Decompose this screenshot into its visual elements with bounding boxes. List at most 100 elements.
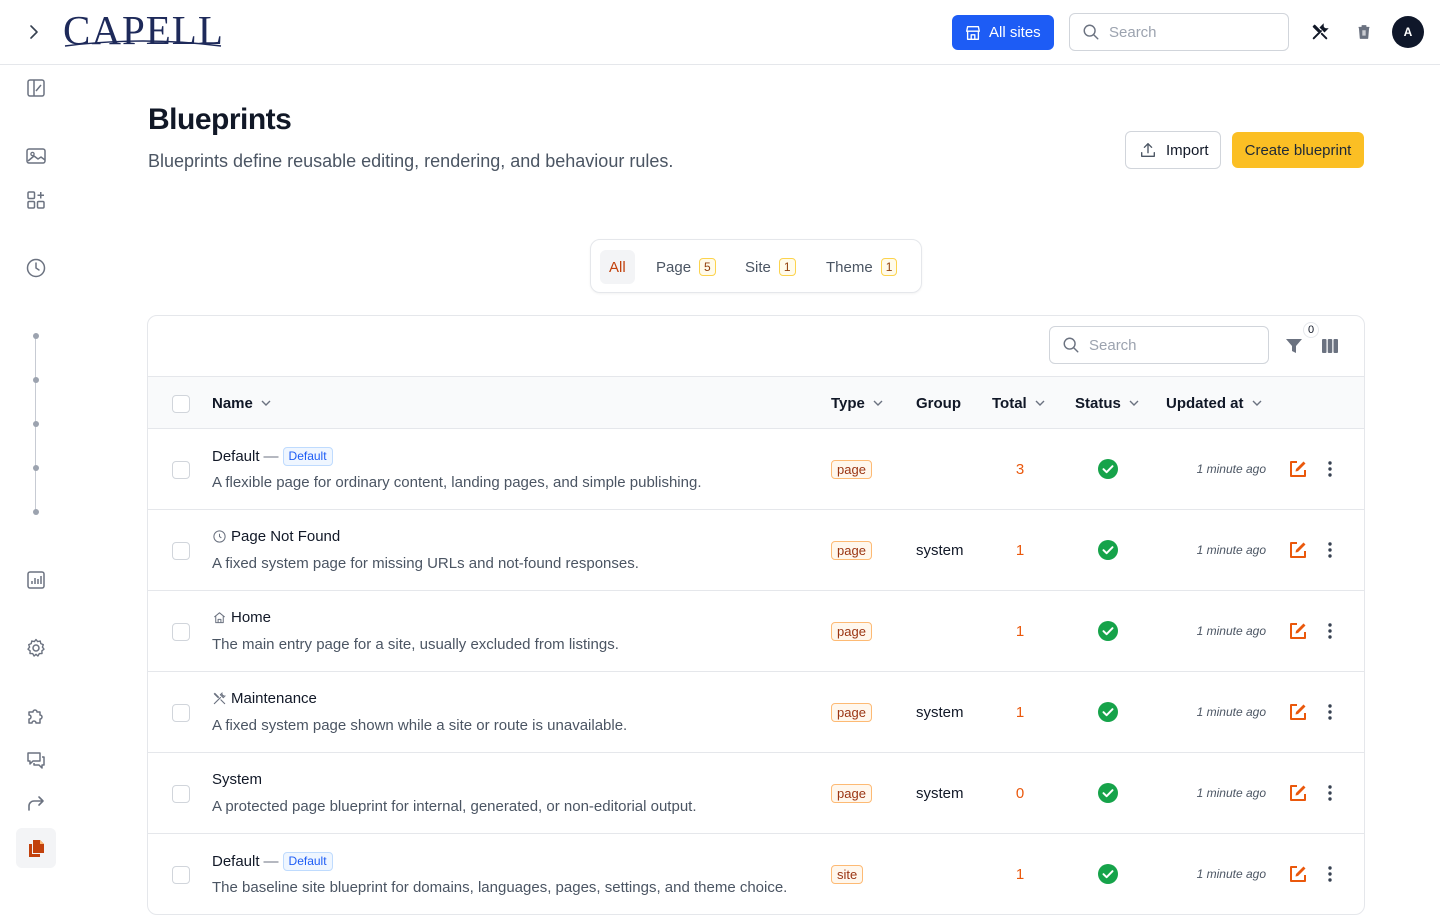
edit-button[interactable] [1287,539,1309,561]
table-row[interactable]: Default — Default The baseline site bluepri… [148,834,1364,914]
row-actions-button[interactable] [1319,458,1341,480]
column-header-type[interactable]: Type [831,377,885,429]
sidebar-toggle-button[interactable] [22,20,46,44]
sidebar-item-settings[interactable] [16,628,56,668]
row-checkbox[interactable] [172,704,190,722]
top-bar: CAPELL All sites A [0,0,1440,65]
column-header-total[interactable]: Total [992,377,1047,429]
tab-theme[interactable]: Theme 1 [817,250,906,284]
sidebar-item-history[interactable] [16,248,56,288]
sidebar-step-dot[interactable] [33,509,39,515]
global-search[interactable] [1069,13,1289,51]
blueprint-description: A fixed system page for missing URLs and… [212,555,639,572]
default-badge: Default [282,447,333,466]
tab-site[interactable]: Site 1 [736,250,805,284]
blueprint-name[interactable]: Default [212,448,260,465]
create-blueprint-button[interactable]: Create blueprint [1232,132,1364,168]
import-button[interactable]: Import [1125,131,1221,169]
column-label: Updated at [1166,394,1244,412]
sidebar-item-pages[interactable] [16,68,56,108]
column-header-status[interactable]: Status [1075,377,1141,429]
total-cell[interactable]: 1 [1010,866,1030,883]
sidebar-item-comments[interactable] [16,740,56,780]
table-row[interactable]: Default — Default A flexible page for ordin… [148,429,1364,510]
row-checkbox[interactable] [172,461,190,479]
total-cell[interactable]: 1 [1010,704,1030,721]
row-checkbox[interactable] [172,542,190,560]
sidebar-step-dot[interactable] [33,377,39,383]
row-checkbox[interactable] [172,623,190,641]
app-logo[interactable]: CAPELL [63,8,224,52]
edit-button[interactable] [1287,863,1309,885]
columns-toggle-button[interactable] [1318,334,1342,358]
sidebar-item-reports[interactable] [16,560,56,600]
gear-icon [27,638,45,657]
blueprint-name[interactable]: Default [212,853,260,870]
status-active-icon [1098,864,1118,889]
table-row[interactable]: Maintenance A fixed system page shown whi… [148,672,1364,753]
row-actions-button[interactable] [1319,863,1341,885]
status-active-icon [1098,459,1118,484]
sidebar-step-dot[interactable] [33,333,39,339]
chevron-down-icon [1129,400,1139,406]
documents-icon [29,840,44,857]
upload-icon [1141,143,1155,157]
row-actions-button[interactable] [1319,620,1341,642]
column-header-name[interactable]: Name [212,377,273,429]
edit-button[interactable] [1287,458,1309,480]
total-cell[interactable]: 1 [1010,542,1030,559]
row-name: System [212,771,262,788]
column-header-updated[interactable]: Updated at [1166,377,1264,429]
blueprint-name[interactable]: Page Not Found [231,528,340,545]
total-cell[interactable]: 1 [1010,623,1030,640]
type-badge: page [831,784,872,803]
more-vertical-icon [1328,704,1332,720]
table-search[interactable] [1049,326,1269,364]
sidebar-step-dot[interactable] [33,465,39,471]
layout-edit-icon [27,79,45,97]
tools-button[interactable] [1308,20,1332,44]
blueprint-name[interactable]: System [212,771,262,788]
updated-at-cell: 1 minute ago [1196,867,1266,881]
filter-button[interactable] [1282,334,1306,358]
sidebar-item-blueprints[interactable] [16,828,56,868]
row-checkbox[interactable] [172,866,190,884]
sidebar-item-blocks[interactable] [16,180,56,220]
table-row[interactable]: System A protected page blueprint for int… [148,753,1364,834]
sidebar-step-dot[interactable] [33,421,39,427]
total-cell[interactable]: 3 [1010,461,1030,478]
tools-icon [213,691,227,705]
global-search-input[interactable] [1109,23,1259,41]
tab-label: Page [656,258,692,276]
redirect-icon [28,796,44,811]
all-sites-button[interactable]: All sites [952,15,1054,50]
select-all-checkbox[interactable] [172,395,190,413]
table-row[interactable]: Page Not Found A fixed system page for mi… [148,510,1364,591]
row-checkbox[interactable] [172,785,190,803]
trash-button[interactable] [1352,20,1376,44]
all-sites-label: All sites [989,24,1041,41]
edit-button[interactable] [1287,620,1309,642]
sidebar-item-extensions[interactable] [16,696,56,736]
total-cell[interactable]: 0 [1010,785,1030,802]
table-search-input[interactable] [1089,336,1239,354]
updated-at-cell: 1 minute ago [1196,705,1266,719]
tab-label: Theme [826,258,873,276]
blueprint-name[interactable]: Home [231,609,271,626]
user-avatar[interactable]: A [1392,16,1424,48]
blueprint-name[interactable]: Maintenance [231,690,317,707]
tab-page[interactable]: Page 5 [647,250,725,284]
updated-at-cell: 1 minute ago [1196,462,1266,476]
row-actions-button[interactable] [1319,701,1341,723]
edit-button[interactable] [1287,782,1309,804]
row-actions-button[interactable] [1319,782,1341,804]
edit-button[interactable] [1287,701,1309,723]
trash-icon [1358,25,1370,39]
row-actions-button[interactable] [1319,539,1341,561]
table-row[interactable]: Home The main entry page for a site, usua… [148,591,1364,672]
tab-all[interactable]: All [600,250,635,284]
sidebar-item-redirects[interactable] [16,784,56,824]
type-badge: page [831,460,872,479]
type-badge: page [831,703,872,722]
sidebar-item-media[interactable] [16,136,56,176]
